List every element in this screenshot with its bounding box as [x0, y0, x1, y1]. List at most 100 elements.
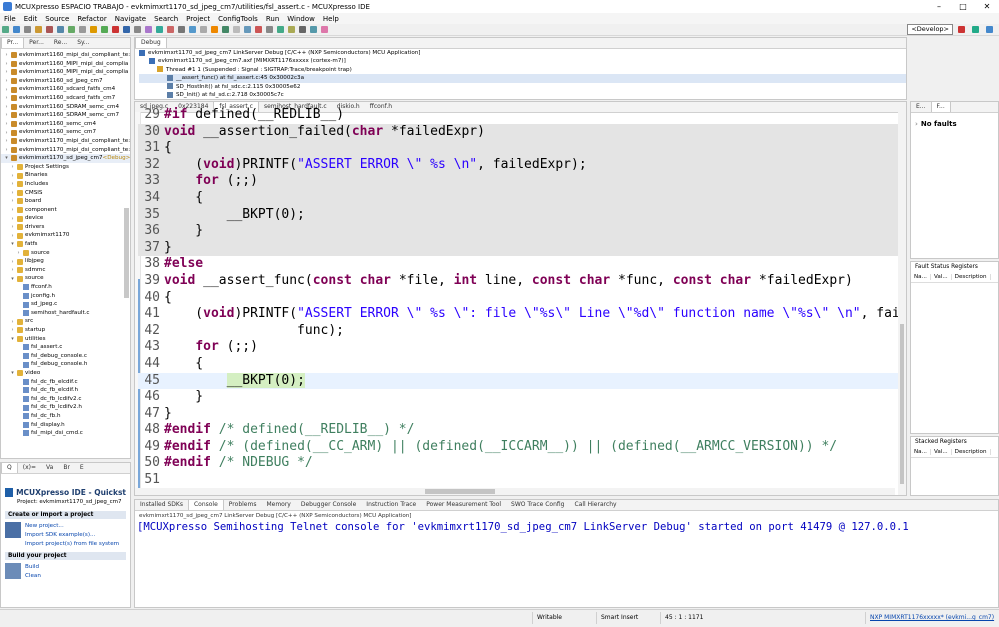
twistie-icon[interactable]: ▾	[10, 370, 15, 376]
tab-bottom-6[interactable]: Power Measurement Tool	[421, 500, 506, 510]
twistie-icon[interactable]: ›	[4, 78, 9, 84]
toolbar-tool-10-icon[interactable]	[101, 26, 108, 33]
tree-item[interactable]: fsl_dc_fb_lcdifv2.c	[1, 395, 130, 404]
register-column-header[interactable]: Na...	[911, 274, 931, 280]
tab-quickstart-1[interactable]: (x)=	[18, 463, 41, 473]
tree-item[interactable]: › Binaries	[1, 171, 130, 180]
twistie-icon[interactable]	[16, 344, 21, 350]
menu-run[interactable]: Run	[262, 15, 283, 23]
menu-window[interactable]: Window	[283, 15, 319, 23]
tree-item[interactable]: › Includes	[1, 180, 130, 189]
tab-left-2[interactable]: Re...	[49, 38, 72, 48]
editor-hscrollbar[interactable]	[135, 488, 895, 495]
twistie-icon[interactable]: ›	[4, 69, 9, 75]
tree-item[interactable]: sd_jpeg.c	[1, 300, 130, 309]
twistie-icon[interactable]	[16, 413, 21, 419]
chevron-right-icon[interactable]: ›	[915, 120, 918, 128]
tree-item[interactable]: › drivers	[1, 223, 130, 232]
toolbar-tool-21-icon[interactable]	[222, 26, 229, 33]
tree-item[interactable]: › sdmmc	[1, 266, 130, 275]
toolbar-tool-17-icon[interactable]	[178, 26, 185, 33]
menu-edit[interactable]: Edit	[20, 15, 42, 23]
quickstart-link[interactable]: New project...	[25, 522, 119, 531]
twistie-icon[interactable]: ›	[10, 319, 15, 325]
toolbar-tool-27-icon[interactable]	[288, 26, 295, 33]
toolbar-tool-9-icon[interactable]	[90, 26, 97, 33]
tree-item[interactable]: › evkmimxrt1160_mipi_dsi_compliant_te:	[1, 51, 130, 60]
toolbar-tool-7-icon[interactable]	[68, 26, 75, 33]
develop-perspective-icon[interactable]	[986, 26, 993, 33]
twistie-icon[interactable]	[16, 284, 21, 290]
menu-project[interactable]: Project	[182, 15, 214, 23]
tree-item[interactable]: fsl_dc_fb.h	[1, 412, 130, 421]
twistie-icon[interactable]: ›	[10, 198, 15, 204]
toolbar-tool-3-icon[interactable]	[24, 26, 31, 33]
minimize-icon[interactable]: –	[927, 0, 951, 13]
maximize-icon[interactable]: □	[951, 0, 975, 13]
tree-item[interactable]: ffconf.h	[1, 283, 130, 292]
tab-faults-0[interactable]: E...	[911, 102, 931, 112]
tree-item[interactable]: fsl_debug_console.c	[1, 352, 130, 361]
toolbar-tool-4-icon[interactable]	[35, 26, 42, 33]
tree-item[interactable]: fsl_dc_fb_elcdif.h	[1, 386, 130, 395]
tree-item[interactable]: › evkmimxrt1160_semc_cm4	[1, 120, 130, 129]
tree-item[interactable]: fsl_assert.c	[1, 343, 130, 352]
record-icon[interactable]	[958, 26, 965, 33]
toolbar-tool-1-icon[interactable]	[2, 26, 9, 33]
twistie-icon[interactable]	[16, 302, 21, 308]
toolbar-tool-24-icon[interactable]	[255, 26, 262, 33]
menu-file[interactable]: File	[0, 15, 20, 23]
register-column-header[interactable]: Description	[952, 274, 991, 280]
tab-quickstart-0[interactable]: Q	[1, 463, 18, 473]
tab-bottom-7[interactable]: SWO Trace Config	[506, 500, 569, 510]
toolbar-tool-20-icon[interactable]	[211, 26, 218, 33]
toolbar-tool-30-icon[interactable]	[321, 26, 328, 33]
debug-tree-item[interactable]: evkmimxrt1170_sd_jpeg_cm7.axf [MIMXRT117…	[139, 57, 906, 65]
toolbar-tool-5-icon[interactable]	[46, 26, 53, 33]
tab-quickstart-4[interactable]: E	[75, 463, 89, 473]
toolbar-tool-2-icon[interactable]	[13, 26, 20, 33]
tab-quickstart-2[interactable]: Va	[41, 463, 58, 473]
tab-bottom-4[interactable]: Debugger Console	[296, 500, 361, 510]
toolbar-tool-26-icon[interactable]	[277, 26, 284, 33]
tab-left-1[interactable]: Per...	[24, 38, 49, 48]
twistie-icon[interactable]: ›	[4, 121, 9, 127]
twistie-icon[interactable]: ▾	[10, 336, 15, 342]
twistie-icon[interactable]: ›	[10, 259, 15, 265]
twistie-icon[interactable]: ›	[16, 250, 21, 256]
status-target[interactable]: NXP MIMXRT1176xxxxx* (evkmi...g_cm7)	[865, 612, 994, 624]
menu-navigate[interactable]: Navigate	[111, 15, 150, 23]
tree-scrollbar[interactable]	[124, 208, 129, 298]
quickstart-link[interactable]: Import SDK example(s)...	[25, 531, 119, 540]
twistie-icon[interactable]	[16, 396, 21, 402]
tab-left-3[interactable]: Sy...	[72, 38, 94, 48]
tree-item[interactable]: › evkmimxrt1160_MIPI_mipi_dsi_complia	[1, 68, 130, 77]
twistie-icon[interactable]: ›	[4, 87, 9, 93]
perspective-selector[interactable]: <Develop>	[907, 24, 953, 35]
tree-item[interactable]: › libjpeg	[1, 257, 130, 266]
twistie-icon[interactable]: ▾	[4, 155, 9, 161]
tree-item[interactable]: jconfig.h	[1, 292, 130, 301]
tree-item[interactable]: ▾ source	[1, 274, 130, 283]
debug-tree-item[interactable]: evkmimxrt1170_sd_jpeg_cm7 LinkServer Deb…	[139, 49, 906, 57]
toolbar-tool-19-icon[interactable]	[200, 26, 207, 33]
tree-item[interactable]: semihost_hardfault.c	[1, 309, 130, 318]
menu-refactor[interactable]: Refactor	[73, 15, 110, 23]
toolbar-tool-28-icon[interactable]	[299, 26, 306, 33]
quickstart-link[interactable]: Import project(s) from file system	[25, 540, 119, 549]
tree-item[interactable]: › evkmimxrt1160_sd_jpeg_cm7	[1, 77, 130, 86]
tree-item[interactable]: ▾ fatfs	[1, 240, 130, 249]
tab-bottom-8[interactable]: Call Hierarchy	[570, 500, 622, 510]
twistie-icon[interactable]: ›	[10, 224, 15, 230]
debug-perspective-icon[interactable]	[972, 26, 979, 33]
twistie-icon[interactable]: ›	[10, 173, 15, 179]
tab-bottom-5[interactable]: Instruction Trace	[361, 500, 421, 510]
tree-item[interactable]: › component	[1, 206, 130, 215]
debug-tree-item[interactable]: Thread #1 1 (Suspended : Signal : SIGTRA…	[139, 66, 906, 74]
tree-item[interactable]: › source	[1, 249, 130, 258]
debug-tree-item[interactable]: __assert_func() at fsl_assert.c:45 0x300…	[139, 74, 906, 83]
tree-item[interactable]: › evkmimxrt1160_semc_cm7	[1, 128, 130, 137]
menu-search[interactable]: Search	[150, 15, 182, 23]
tab-bottom-2[interactable]: Problems	[224, 500, 262, 510]
twistie-icon[interactable]	[16, 353, 21, 359]
